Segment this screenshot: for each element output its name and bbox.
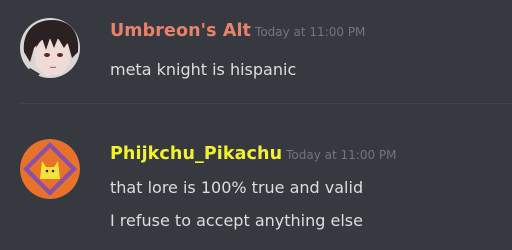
username[interactable]: Phijkchu_Pikachu <box>110 144 282 164</box>
user-avatar[interactable] <box>20 18 80 78</box>
message-text: that lore is 100% true and valid <box>110 178 364 197</box>
timestamp: Today at 11:00 PM <box>286 148 397 162</box>
chat-message: Umbreon's Alt Today at 11:00 PM meta knig… <box>0 0 512 100</box>
message-header: Phijkchu_Pikachu Today at 11:00 PM <box>110 144 397 164</box>
user-avatar[interactable] <box>20 139 80 199</box>
message-text: I refuse to accept anything else <box>110 211 363 230</box>
username[interactable]: Umbreon's Alt <box>110 21 251 41</box>
anime-character-avatar-icon <box>20 18 80 78</box>
pikachu-diamond-avatar-icon <box>20 139 80 199</box>
timestamp: Today at 11:00 PM <box>255 25 366 39</box>
chat-message: Phijkchu_Pikachu Today at 11:00 PM that l… <box>0 104 512 250</box>
message-text: meta knight is hispanic <box>110 60 297 79</box>
message-header: Umbreon's Alt Today at 11:00 PM <box>110 21 365 41</box>
